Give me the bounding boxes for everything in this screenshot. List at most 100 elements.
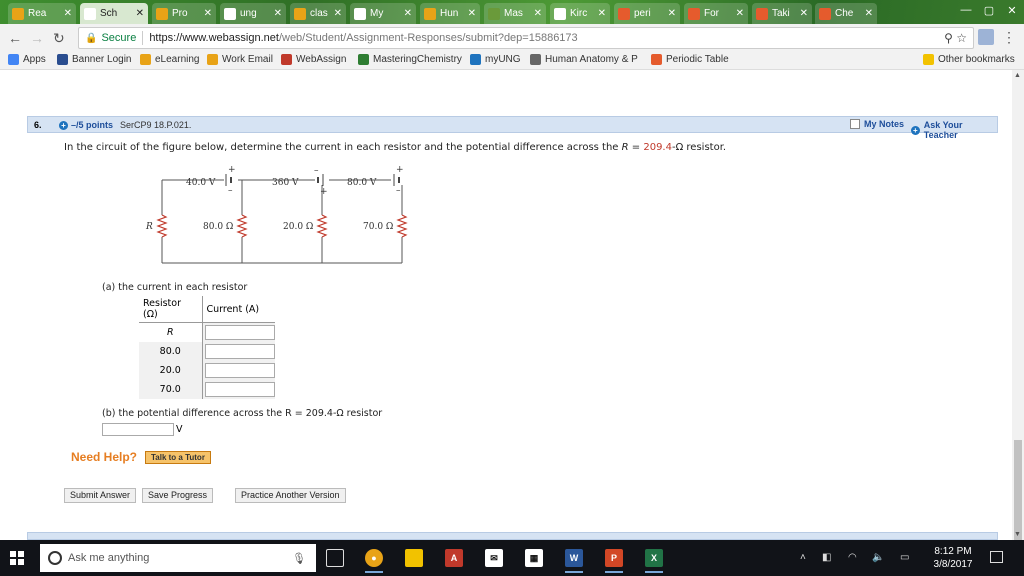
file-explorer-icon[interactable] xyxy=(405,549,423,567)
current-cell xyxy=(202,379,275,399)
expand-plus-icon[interactable]: + xyxy=(59,120,68,130)
practice-another-version-button[interactable]: Practice Another Version xyxy=(235,488,346,503)
extension-icon[interactable] xyxy=(978,29,994,45)
resistor-value: R xyxy=(166,326,174,338)
back-arrow-icon[interactable]: ← xyxy=(8,30,22,46)
url-text: https://www.webassign.net/web/Student/As… xyxy=(149,32,578,44)
tab-label: Mas xyxy=(504,8,523,19)
clock-time: 8:12 PM xyxy=(934,546,972,557)
tab[interactable]: Rea ✕ xyxy=(8,3,76,24)
scroll-down-icon[interactable]: ▼ xyxy=(1014,531,1021,538)
tab[interactable]: Mas ✕ xyxy=(484,3,546,24)
forward-arrow-icon[interactable]: → xyxy=(30,30,44,46)
chrome-icon[interactable]: ● xyxy=(365,549,383,573)
bookmark-item[interactable]: Human Anatomy & P xyxy=(530,54,638,65)
document-icon xyxy=(354,7,366,20)
chevron-up-icon[interactable]: ˄ xyxy=(800,552,806,563)
calendar-icon[interactable]: ▦ xyxy=(525,549,543,567)
maximize-icon[interactable]: ▢ xyxy=(978,0,1000,20)
tab[interactable]: ung ✕ xyxy=(220,3,286,24)
chegg-icon xyxy=(819,7,831,20)
star-icon[interactable]: ☆ xyxy=(956,31,967,45)
close-tab-icon[interactable]: ✕ xyxy=(534,8,542,19)
powerpoint-icon[interactable]: P xyxy=(605,549,623,573)
resistor-cell: 20.0 xyxy=(139,360,203,380)
current-cell xyxy=(202,360,275,380)
bookmark-item[interactable]: Periodic Table xyxy=(651,54,729,65)
bookmark-item[interactable]: eLearning xyxy=(140,54,199,65)
close-tab-icon[interactable]: ✕ xyxy=(274,8,282,19)
close-tab-icon[interactable]: ✕ xyxy=(334,8,342,19)
current-input-r[interactable] xyxy=(204,324,275,340)
zoom-icon[interactable]: ⚲ xyxy=(944,31,953,45)
tab[interactable]: Pro ✕ xyxy=(152,3,216,24)
acrobat-icon[interactable]: A xyxy=(445,549,463,567)
close-tab-icon[interactable]: ✕ xyxy=(668,8,676,19)
address-bar[interactable]: 🔒 Secure https://www.webassign.net/web/S… xyxy=(78,27,974,49)
tab[interactable]: For ✕ xyxy=(684,3,748,24)
action-center-icon[interactable] xyxy=(990,551,1003,563)
bookmark-item[interactable]: Work Email xyxy=(207,54,273,65)
minus-sign-1: – xyxy=(228,186,233,196)
windows-start-icon[interactable] xyxy=(10,551,24,565)
tab[interactable]: Taki ✕ xyxy=(752,3,812,24)
bookmark-item[interactable]: Apps xyxy=(8,54,46,65)
close-tab-icon[interactable]: ✕ xyxy=(404,8,412,19)
close-tab-icon[interactable]: ✕ xyxy=(736,8,744,19)
wifi-icon[interactable]: ◠ xyxy=(848,552,857,563)
close-tab-icon[interactable]: ✕ xyxy=(64,8,72,19)
webassign-icon xyxy=(281,54,292,65)
current-input-70[interactable] xyxy=(204,381,275,397)
reload-icon[interactable]: ↻ xyxy=(53,30,65,47)
potential-difference-input[interactable] xyxy=(102,423,174,436)
tab[interactable]: Hun ✕ xyxy=(420,3,480,24)
tab[interactable]: peri ✕ xyxy=(614,3,680,24)
tab[interactable]: Sch ✕ xyxy=(80,3,148,24)
tab[interactable]: clas ✕ xyxy=(290,3,346,24)
ask-teacher-link[interactable]: + Ask Your Teacher xyxy=(911,120,997,140)
checkbox-icon[interactable] xyxy=(850,119,860,129)
excel-icon[interactable]: X xyxy=(645,549,663,573)
clock[interactable]: 8:12 PM 3/8/2017 xyxy=(928,545,978,571)
word-icon[interactable]: W xyxy=(565,549,583,573)
tab-label: Pro xyxy=(172,8,188,19)
bookmark-label: WebAssign xyxy=(296,54,347,65)
bookmark-item[interactable]: Banner Login xyxy=(57,54,132,65)
close-tab-icon[interactable]: ✕ xyxy=(598,8,606,19)
minimize-icon[interactable]: — xyxy=(955,0,977,20)
mail-icon[interactable]: ✉ xyxy=(485,549,503,567)
tab[interactable]: Kirc ✕ xyxy=(550,3,610,24)
network-icon[interactable]: ◧ xyxy=(822,552,831,563)
close-window-icon[interactable]: ✕ xyxy=(1001,0,1023,20)
my-notes[interactable]: My Notes xyxy=(850,119,904,129)
close-tab-icon[interactable]: ✕ xyxy=(204,8,212,19)
tab[interactable]: Che ✕ xyxy=(815,3,877,24)
need-help-label: Need Help? xyxy=(71,450,138,464)
other-bookmarks[interactable]: Other bookmarks xyxy=(923,54,1015,65)
bookmark-item[interactable]: WebAssign xyxy=(281,54,346,65)
document-icon xyxy=(530,54,541,65)
tab[interactable]: My ✕ xyxy=(350,3,416,24)
microphone-icon[interactable]: 🎙 xyxy=(292,552,306,565)
current-input-80[interactable] xyxy=(204,343,275,359)
close-tab-icon[interactable]: ✕ xyxy=(800,8,808,19)
task-view-icon[interactable] xyxy=(326,549,344,567)
close-tab-icon[interactable]: ✕ xyxy=(136,8,144,19)
current-input-20[interactable] xyxy=(204,362,275,378)
scroll-up-icon[interactable]: ▲ xyxy=(1014,72,1021,79)
divider xyxy=(142,31,144,45)
talk-to-tutor-button[interactable]: Talk to a Tutor xyxy=(145,451,211,464)
hun-icon xyxy=(424,7,436,20)
page-scrollbar[interactable]: ▲ ▼ xyxy=(1012,70,1024,560)
volume-icon[interactable]: 🔈 xyxy=(872,552,884,563)
close-tab-icon[interactable]: ✕ xyxy=(468,8,476,19)
bookmark-item[interactable]: MasteringChemistry xyxy=(358,54,462,65)
save-progress-button[interactable]: Save Progress xyxy=(142,488,214,503)
keyboard-icon[interactable]: ▭ xyxy=(900,552,909,563)
tab-label: Kirc xyxy=(570,8,588,19)
cortana-search[interactable]: Ask me anything 🎙 xyxy=(40,544,316,572)
close-tab-icon[interactable]: ✕ xyxy=(865,8,873,19)
menu-icon[interactable]: ⋮ xyxy=(1002,29,1016,46)
bookmark-item[interactable]: myUNG xyxy=(470,54,521,65)
submit-answer-button[interactable]: Submit Answer xyxy=(64,488,137,503)
